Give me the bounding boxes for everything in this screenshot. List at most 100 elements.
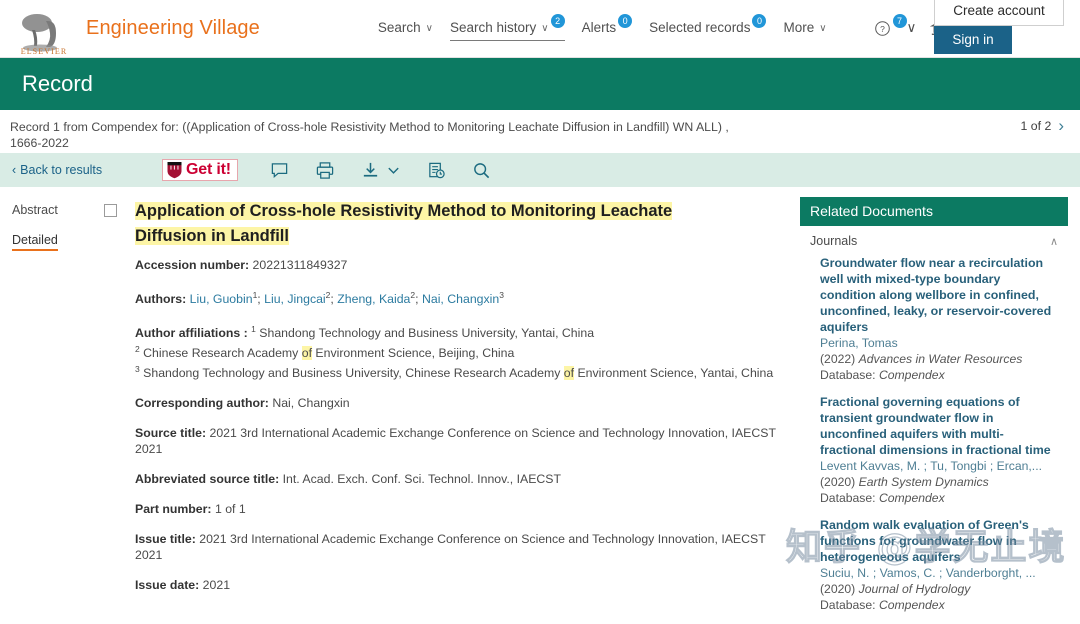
elsevier-logo: ELSEVIER	[14, 3, 74, 55]
page-title: Record	[22, 71, 93, 96]
abbreviated-source-title-label: Abbreviated source title:	[135, 472, 280, 487]
document-history-button[interactable]	[427, 161, 446, 180]
select-record-checkbox[interactable]	[104, 204, 117, 217]
back-to-results-link[interactable]: ‹ Back to results	[12, 163, 162, 177]
issue-title-value: 2021 3rd International Academic Exchange…	[135, 532, 766, 563]
accession-number-value: 20221311849327	[252, 258, 348, 272]
author-link[interactable]: Zheng, Kaida	[337, 292, 410, 306]
download-button[interactable]	[361, 161, 401, 180]
database-value: Compendex	[878, 368, 945, 382]
affiliation-row: 2 Chinese Research Academy of Environmen…	[135, 341, 784, 361]
author-link[interactable]: Liu, Jingcai	[264, 292, 326, 306]
corresponding-author-label: Corresponding author:	[135, 396, 269, 411]
tab-detailed[interactable]: Detailed	[12, 233, 58, 251]
record-metadata: Accession number: 20221311849327 Authors…	[135, 249, 784, 593]
chevron-down-icon: ∨	[906, 20, 917, 35]
field-author-affiliations: Author affiliations : 1 Shandong Technol…	[135, 321, 784, 381]
print-icon	[316, 161, 334, 179]
chevron-down-icon: ∨	[425, 23, 433, 34]
download-icon	[363, 162, 377, 177]
main-nav: Search ∨ Search history ∨ 2 Alerts 0 Sel…	[378, 14, 959, 41]
related-document-year: (2020)	[820, 475, 856, 489]
issue-title-label: Issue title:	[135, 532, 196, 547]
related-document-title[interactable]: Fractional governing equations of transi…	[820, 394, 1058, 458]
author-link[interactable]: Liu, Guobin	[190, 292, 253, 306]
nav-item-more[interactable]: More ∨	[783, 20, 826, 40]
nav-label-more: More	[783, 20, 815, 35]
related-documents-panel: Related Documents Journals ∧ Groundwater…	[800, 197, 1068, 624]
related-document-source: (2020) Earth System Dynamics	[820, 474, 1058, 490]
sign-in-button[interactable]: Sign in	[934, 26, 1012, 54]
nav-item-alerts[interactable]: Alerts 0	[582, 14, 633, 38]
search-icon	[473, 162, 490, 178]
abbreviated-source-title-value: Int. Acad. Exch. Conf. Sci. Technol. Inn…	[282, 472, 562, 487]
related-document-authors[interactable]: Suciu, N. ; Vamos, C. ; Vanderborght, ..…	[820, 565, 1058, 581]
record-banner: Record	[0, 58, 1080, 110]
elsevier-wordmark: ELSEVIER	[21, 47, 68, 55]
record-query-description: Record 1 from Compendex for: ((Applicati…	[10, 120, 729, 150]
related-document-year: (2022)	[820, 352, 856, 366]
affiliation-marker: 3	[135, 364, 140, 375]
article-title-line-1: Application of Cross-hole Resistivity Me…	[135, 202, 673, 220]
affiliation-text-post: Environment Science, Beijing, China	[312, 346, 515, 361]
accession-number-label: Accession number:	[135, 258, 250, 272]
record-toolbar: ‹ Back to results Get it!	[0, 153, 1080, 187]
nav-label-search: Search	[377, 20, 421, 35]
brand-area[interactable]: ELSEVIER Engineering Village	[0, 3, 260, 55]
nav-item-search[interactable]: Search ∨	[378, 20, 433, 40]
record-title-row: Application of Cross-hole Resistivity Me…	[104, 199, 784, 249]
record-detail-panel: Application of Cross-hole Resistivity Me…	[104, 187, 800, 607]
field-source-title: Source title: 2021 3rd International Aca…	[135, 425, 784, 457]
article-title: Application of Cross-hole Resistivity Me…	[135, 199, 673, 249]
part-number-label: Part number:	[135, 502, 212, 517]
related-document-authors[interactable]: Perina, Tomas	[820, 335, 1058, 351]
chevron-up-icon: ∧	[1049, 235, 1058, 248]
article-title-line-2: Diffusion in Landfill	[135, 227, 289, 245]
pagination-label: 1 of 2	[1020, 119, 1052, 133]
affiliation-text: Shandong Technology and Business Univers…	[259, 326, 595, 341]
chevron-down-icon: ∨	[541, 23, 549, 34]
search-within-button[interactable]	[472, 161, 491, 180]
selected-records-badge: 0	[752, 14, 767, 28]
related-document-year: (2020)	[820, 582, 856, 596]
help-button[interactable]: ? 7 ∨	[874, 14, 917, 37]
get-it-label: Get it!	[186, 161, 231, 178]
database-value: Compendex	[878, 598, 945, 612]
affiliation-highlight: of	[563, 366, 575, 381]
chevron-down-icon: ∨	[819, 23, 827, 34]
nav-item-search-history[interactable]: Search history ∨ 2	[450, 14, 565, 41]
related-document-database: Database: Compendex	[820, 597, 1058, 613]
record-view-tabs: Abstract Detailed	[0, 187, 104, 265]
help-badge: 7	[892, 14, 907, 28]
related-document-authors[interactable]: Levent Kavvas, M. ; Tu, Tongbi ; Ercan,.…	[820, 458, 1058, 474]
related-document-item: Fractional governing equations of transi…	[810, 394, 1058, 506]
comment-button[interactable]	[270, 161, 289, 180]
affiliation-marker: 2	[135, 344, 140, 355]
author-affiliation-marker: 3	[499, 290, 504, 300]
issue-date-value: 2021	[202, 578, 231, 593]
related-document-title[interactable]: Groundwater flow near a recirculation we…	[820, 255, 1058, 335]
affiliation-text-post: Environment Science, Yantai, China	[574, 366, 774, 381]
next-record-icon[interactable]: ›	[1058, 117, 1064, 134]
corresponding-author-value: Nai, Changxin	[272, 396, 350, 411]
field-issue-title: Issue title: 2021 3rd International Acad…	[135, 531, 784, 563]
database-label: Database:	[820, 368, 876, 382]
affiliation-row: 3 Shandong Technology and Business Unive…	[135, 361, 784, 381]
author-link[interactable]: Nai, Changxin	[422, 292, 499, 306]
related-document-source: (2022) Advances in Water Resources	[820, 351, 1058, 367]
back-to-results-label: Back to results	[20, 163, 103, 177]
tab-abstract[interactable]: Abstract	[12, 203, 58, 217]
related-document-title[interactable]: Random walk evaluation of Green's functi…	[820, 517, 1058, 565]
related-document-journal: Journal of Hydrology	[858, 582, 971, 596]
comment-icon	[271, 162, 288, 178]
nav-item-selected-records[interactable]: Selected records 0	[649, 14, 767, 38]
issue-date-label: Issue date:	[135, 578, 200, 593]
database-label: Database:	[820, 491, 876, 505]
related-document-database: Database: Compendex	[820, 490, 1058, 506]
related-group-journals[interactable]: Journals ∧	[810, 232, 1058, 255]
get-it-button[interactable]: Get it!	[162, 159, 238, 181]
create-account-button[interactable]: Create account	[934, 0, 1064, 26]
print-button[interactable]	[315, 161, 335, 180]
related-document-item: Random walk evaluation of Green's functi…	[810, 517, 1058, 613]
document-history-icon	[429, 162, 445, 178]
